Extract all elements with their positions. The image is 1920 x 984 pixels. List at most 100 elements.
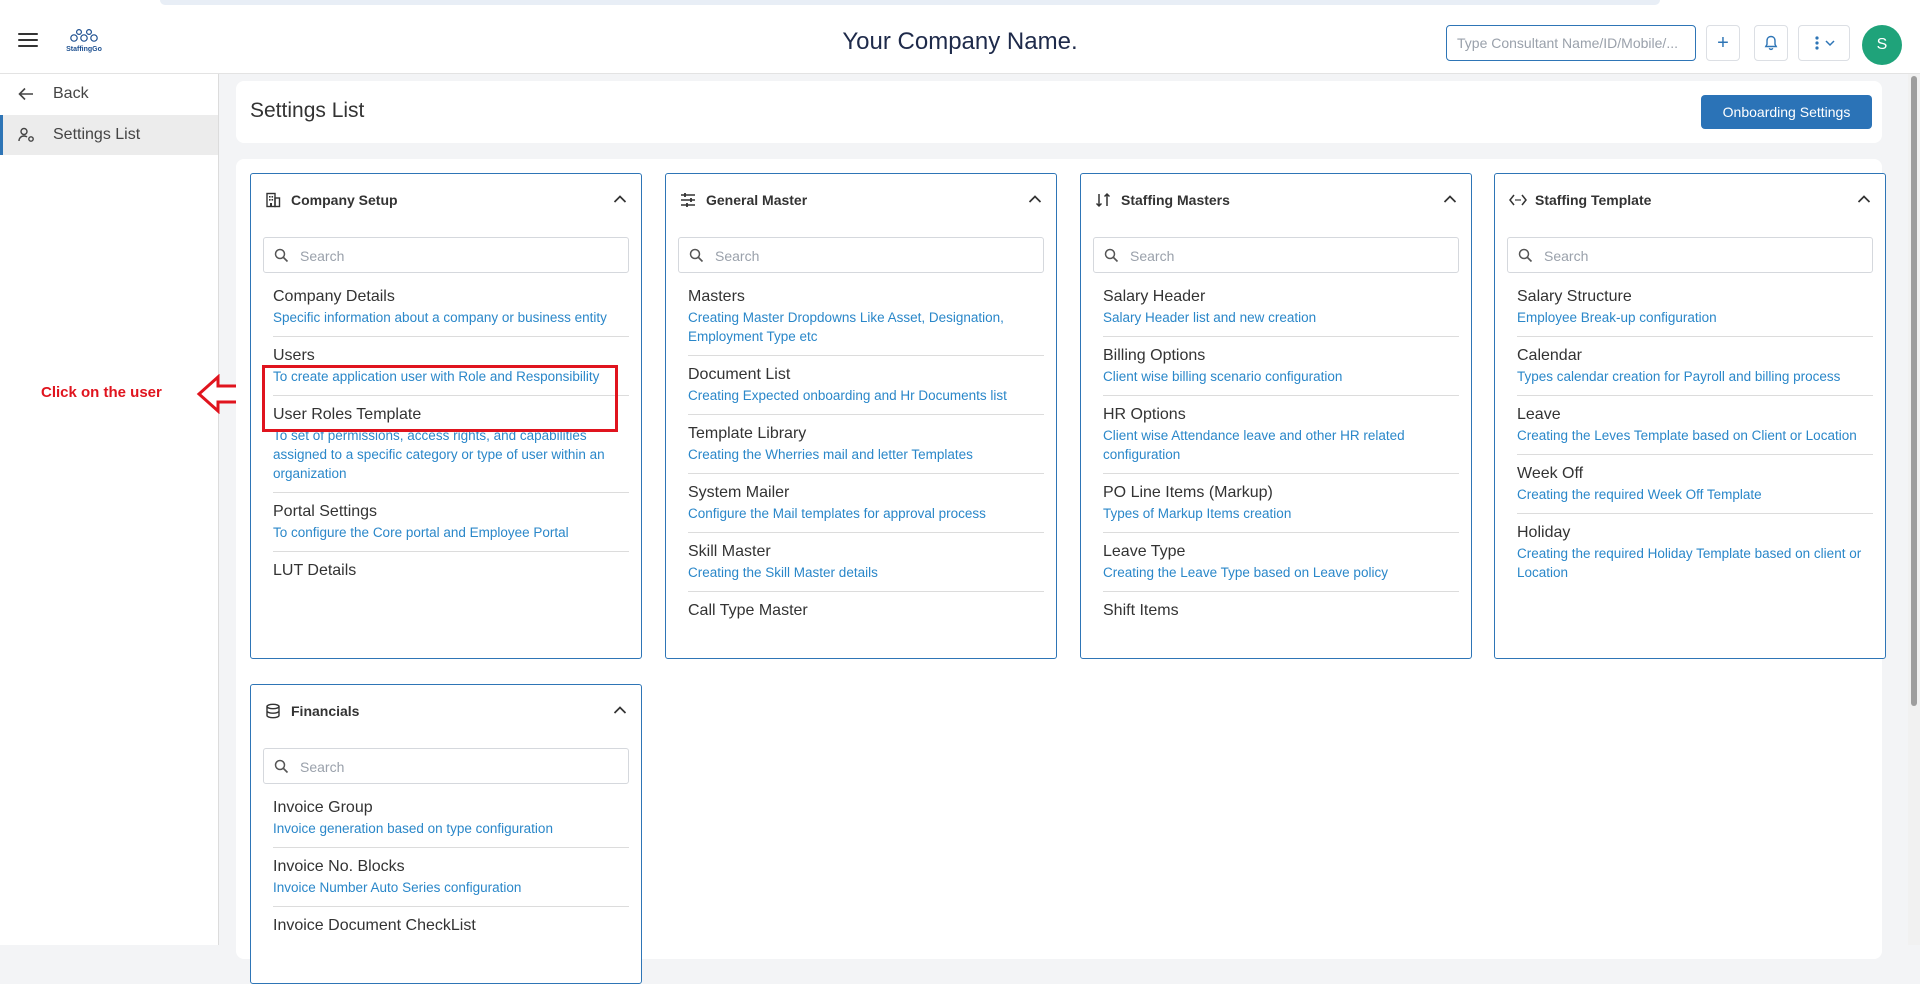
item-desc: Employee Break-up configuration	[1517, 310, 1717, 325]
sidebar-item-label: Back	[53, 85, 89, 102]
onboarding-settings-button[interactable]: Onboarding Settings	[1701, 95, 1872, 129]
list-item-invoice-no-blocks[interactable]: Invoice No. Blocks Invoice Number Auto Se…	[273, 848, 629, 907]
item-desc: To create application user with Role and…	[273, 369, 600, 384]
item-desc: Creating the required Week Off Template	[1517, 487, 1762, 502]
list-item-skill-master[interactable]: Skill Master Creating the Skill Master de…	[688, 533, 1044, 592]
item-title: Leave Type	[1103, 543, 1186, 560]
item-title: Invoice Document CheckList	[273, 917, 476, 934]
chevron-up-icon[interactable]	[613, 194, 627, 204]
scrollbar-thumb[interactable]	[1911, 76, 1917, 706]
list-item-salary-header[interactable]: Salary Header Salary Header list and new …	[1103, 282, 1459, 337]
item-title: Invoice No. Blocks	[273, 858, 405, 875]
item-desc: Specific information about a company or …	[273, 310, 607, 325]
sidebar-item-settings-list[interactable]: Settings List	[0, 115, 218, 155]
card-title: Staffing Masters	[1095, 192, 1230, 208]
more-options-button[interactable]	[1798, 25, 1850, 61]
list-item-document-list[interactable]: Document List Creating Expected onboardin…	[688, 356, 1044, 415]
item-desc: Creating the Wherries mail and letter Te…	[688, 447, 973, 462]
card-title: General Master	[680, 192, 807, 208]
chevron-up-icon[interactable]	[1028, 194, 1042, 204]
card-title-text: General Master	[706, 192, 808, 208]
item-title: Calendar	[1517, 347, 1582, 364]
list-item-users[interactable]: Users To create application user with Rol…	[273, 337, 629, 396]
list-item-lut-details[interactable]: LUT Details	[273, 552, 629, 590]
card-staffing-masters: Staffing Masters Salary HeaderSalary Hea…	[1080, 173, 1472, 659]
staffinggo-logo[interactable]: StaffingGo	[56, 28, 112, 58]
list-item-user-roles-template[interactable]: User Roles Template To set of permissions…	[273, 396, 629, 493]
sidebar: Back Settings List	[0, 74, 219, 945]
sidebar-item-back[interactable]: Back	[0, 74, 218, 114]
item-title: Template Library	[688, 425, 807, 442]
sidebar-item-label: Settings List	[53, 126, 141, 143]
consultant-search-input[interactable]	[1446, 25, 1696, 61]
item-desc: To set of permissions, access rights, an…	[273, 428, 605, 481]
item-desc: Client wise Attendance leave and other H…	[1103, 428, 1405, 462]
list-item-shift-items[interactable]: Shift Items	[1103, 592, 1459, 630]
item-title: Salary Header	[1103, 288, 1206, 305]
item-desc: Creating the required Holiday Template b…	[1517, 546, 1862, 580]
card-search	[678, 237, 1044, 273]
logo-mark-icon	[70, 28, 98, 42]
card-search-input[interactable]	[298, 244, 622, 268]
item-title: Salary Structure	[1517, 288, 1632, 305]
list-item-masters[interactable]: Masters Creating Master Dropdowns Like As…	[688, 282, 1044, 356]
item-desc: Salary Header list and new creation	[1103, 310, 1317, 325]
card-search-input[interactable]	[298, 755, 622, 779]
item-title: User Roles Template	[273, 406, 422, 423]
card-search-input[interactable]	[713, 244, 1037, 268]
database-icon	[265, 703, 283, 719]
more-chevron-icon	[1815, 36, 1835, 50]
list-item-call-type-master[interactable]: Call Type Master	[688, 592, 1044, 630]
list-item-leave-type[interactable]: Leave Type Creating the Leave Type based …	[1103, 533, 1459, 592]
list-item-calendar[interactable]: Calendar Types calendar creation for Payr…	[1517, 337, 1873, 396]
card-title-text: Staffing Masters	[1121, 192, 1230, 208]
item-title: PO Line Items (Markup)	[1103, 484, 1273, 501]
settings-panel: Company Setup Company Details Specific in…	[236, 159, 1886, 984]
notifications-button[interactable]	[1754, 25, 1788, 61]
card-search-input[interactable]	[1542, 244, 1866, 268]
add-button[interactable]: +	[1706, 25, 1740, 61]
list-item-template-library[interactable]: Template Library Creating the Wherries ma…	[688, 415, 1044, 474]
list-item-billing-options[interactable]: Billing Options Client wise billing scena…	[1103, 337, 1459, 396]
list-item-invoice-document-checklist[interactable]: Invoice Document CheckList	[273, 907, 629, 945]
card-title: Company Setup	[265, 192, 398, 208]
card-staffing-template: Staffing Template Salary Structure Employ…	[1494, 173, 1886, 659]
card-title-text: Financials	[291, 703, 360, 719]
card-search	[263, 748, 629, 784]
item-title: Shift Items	[1103, 602, 1179, 619]
card-financials: Financials Invoice Group Invoice generati…	[250, 684, 642, 984]
card-search	[263, 237, 629, 273]
card-search-input[interactable]	[1128, 244, 1452, 268]
search-icon	[274, 248, 289, 263]
page-scrollbar[interactable]	[1908, 74, 1920, 945]
item-title: HR Options	[1103, 406, 1186, 423]
list-item-company-details[interactable]: Company Details Specific information abou…	[273, 282, 629, 337]
item-desc: Creating the Leave Type based on Leave p…	[1103, 565, 1388, 580]
building-icon	[265, 192, 283, 208]
chevron-up-icon[interactable]	[1443, 194, 1457, 204]
list-item-salary-structure[interactable]: Salary Structure Employee Break-up config…	[1517, 282, 1873, 337]
search-icon	[1518, 248, 1533, 263]
list-item-portal-settings[interactable]: Portal Settings To configure the Core por…	[273, 493, 629, 552]
list-item-holiday[interactable]: Holiday Creating the required Holiday Tem…	[1517, 514, 1873, 591]
item-title: Masters	[688, 288, 745, 305]
list-item-system-mailer[interactable]: System Mailer Configure the Mail template…	[688, 474, 1044, 533]
list-item-invoice-group[interactable]: Invoice Group Invoice generation based on…	[273, 793, 629, 848]
list-item-leave[interactable]: Leave Creating the Leves Template based o…	[1517, 396, 1873, 455]
card-title-text: Company Setup	[291, 192, 398, 208]
item-title: Users	[273, 347, 315, 364]
chevron-up-icon[interactable]	[613, 705, 627, 715]
user-avatar[interactable]: S	[1862, 25, 1902, 65]
hamburger-menu-icon[interactable]	[18, 33, 38, 49]
top-strip	[0, 0, 1920, 12]
chevron-up-icon[interactable]	[1857, 194, 1871, 204]
card-items: Invoice Group Invoice generation based on…	[273, 793, 629, 945]
sliders-icon	[680, 192, 698, 208]
list-item-po-line-items[interactable]: PO Line Items (Markup) Types of Markup It…	[1103, 474, 1459, 533]
card-items: Masters Creating Master Dropdowns Like As…	[688, 282, 1044, 630]
page-header: Settings List Onboarding Settings	[236, 81, 1882, 143]
item-desc: Creating the Leves Template based on Cli…	[1517, 428, 1857, 443]
list-item-week-off[interactable]: Week Off Creating the required Week Off T…	[1517, 455, 1873, 514]
list-item-hr-options[interactable]: HR Options Client wise Attendance leave a…	[1103, 396, 1459, 474]
search-icon	[689, 248, 704, 263]
